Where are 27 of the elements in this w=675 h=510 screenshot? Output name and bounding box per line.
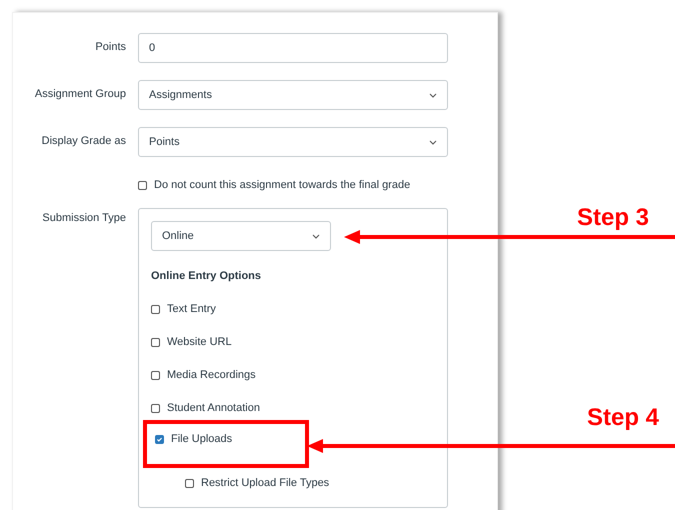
section-heading: Online Entry Options	[151, 270, 262, 282]
checkbox-label: Do not count this assignment towards the final grade	[154, 179, 410, 191]
checkbox-label: File Uploads	[171, 433, 232, 445]
annotation-label: Step 4	[587, 404, 660, 432]
caret-icon	[312, 234, 320, 238]
checkbox-label: Text Entry	[167, 303, 216, 315]
checkbox-label: Student Annotation	[167, 402, 260, 414]
field-label: Submission Type	[41, 211, 126, 226]
checkbox[interactable]	[151, 338, 160, 346]
points-input[interactable]: 0	[138, 33, 448, 63]
checkbox[interactable]	[151, 370, 160, 380]
checkbox[interactable]	[151, 304, 160, 314]
checkbox[interactable]	[155, 434, 164, 444]
field-label: Points	[94, 40, 126, 55]
checkbox-label: Website URL	[167, 336, 232, 348]
dropdown-select[interactable]: Points	[138, 127, 448, 157]
annotation-label: Step 3	[577, 204, 650, 232]
dropdown-select[interactable]: Assignments	[138, 80, 448, 110]
checkbox[interactable]	[185, 478, 194, 488]
caret-icon	[429, 140, 437, 144]
field-label: Display Grade as	[40, 134, 126, 149]
checkbox-label: Restrict Upload File Types	[201, 477, 330, 489]
checkbox[interactable]	[151, 404, 160, 412]
checkbox[interactable]	[138, 180, 147, 190]
field-label: Assignment Group	[34, 87, 126, 102]
caret-icon	[429, 92, 437, 98]
checkbox-label: Media Recordings	[167, 369, 256, 381]
